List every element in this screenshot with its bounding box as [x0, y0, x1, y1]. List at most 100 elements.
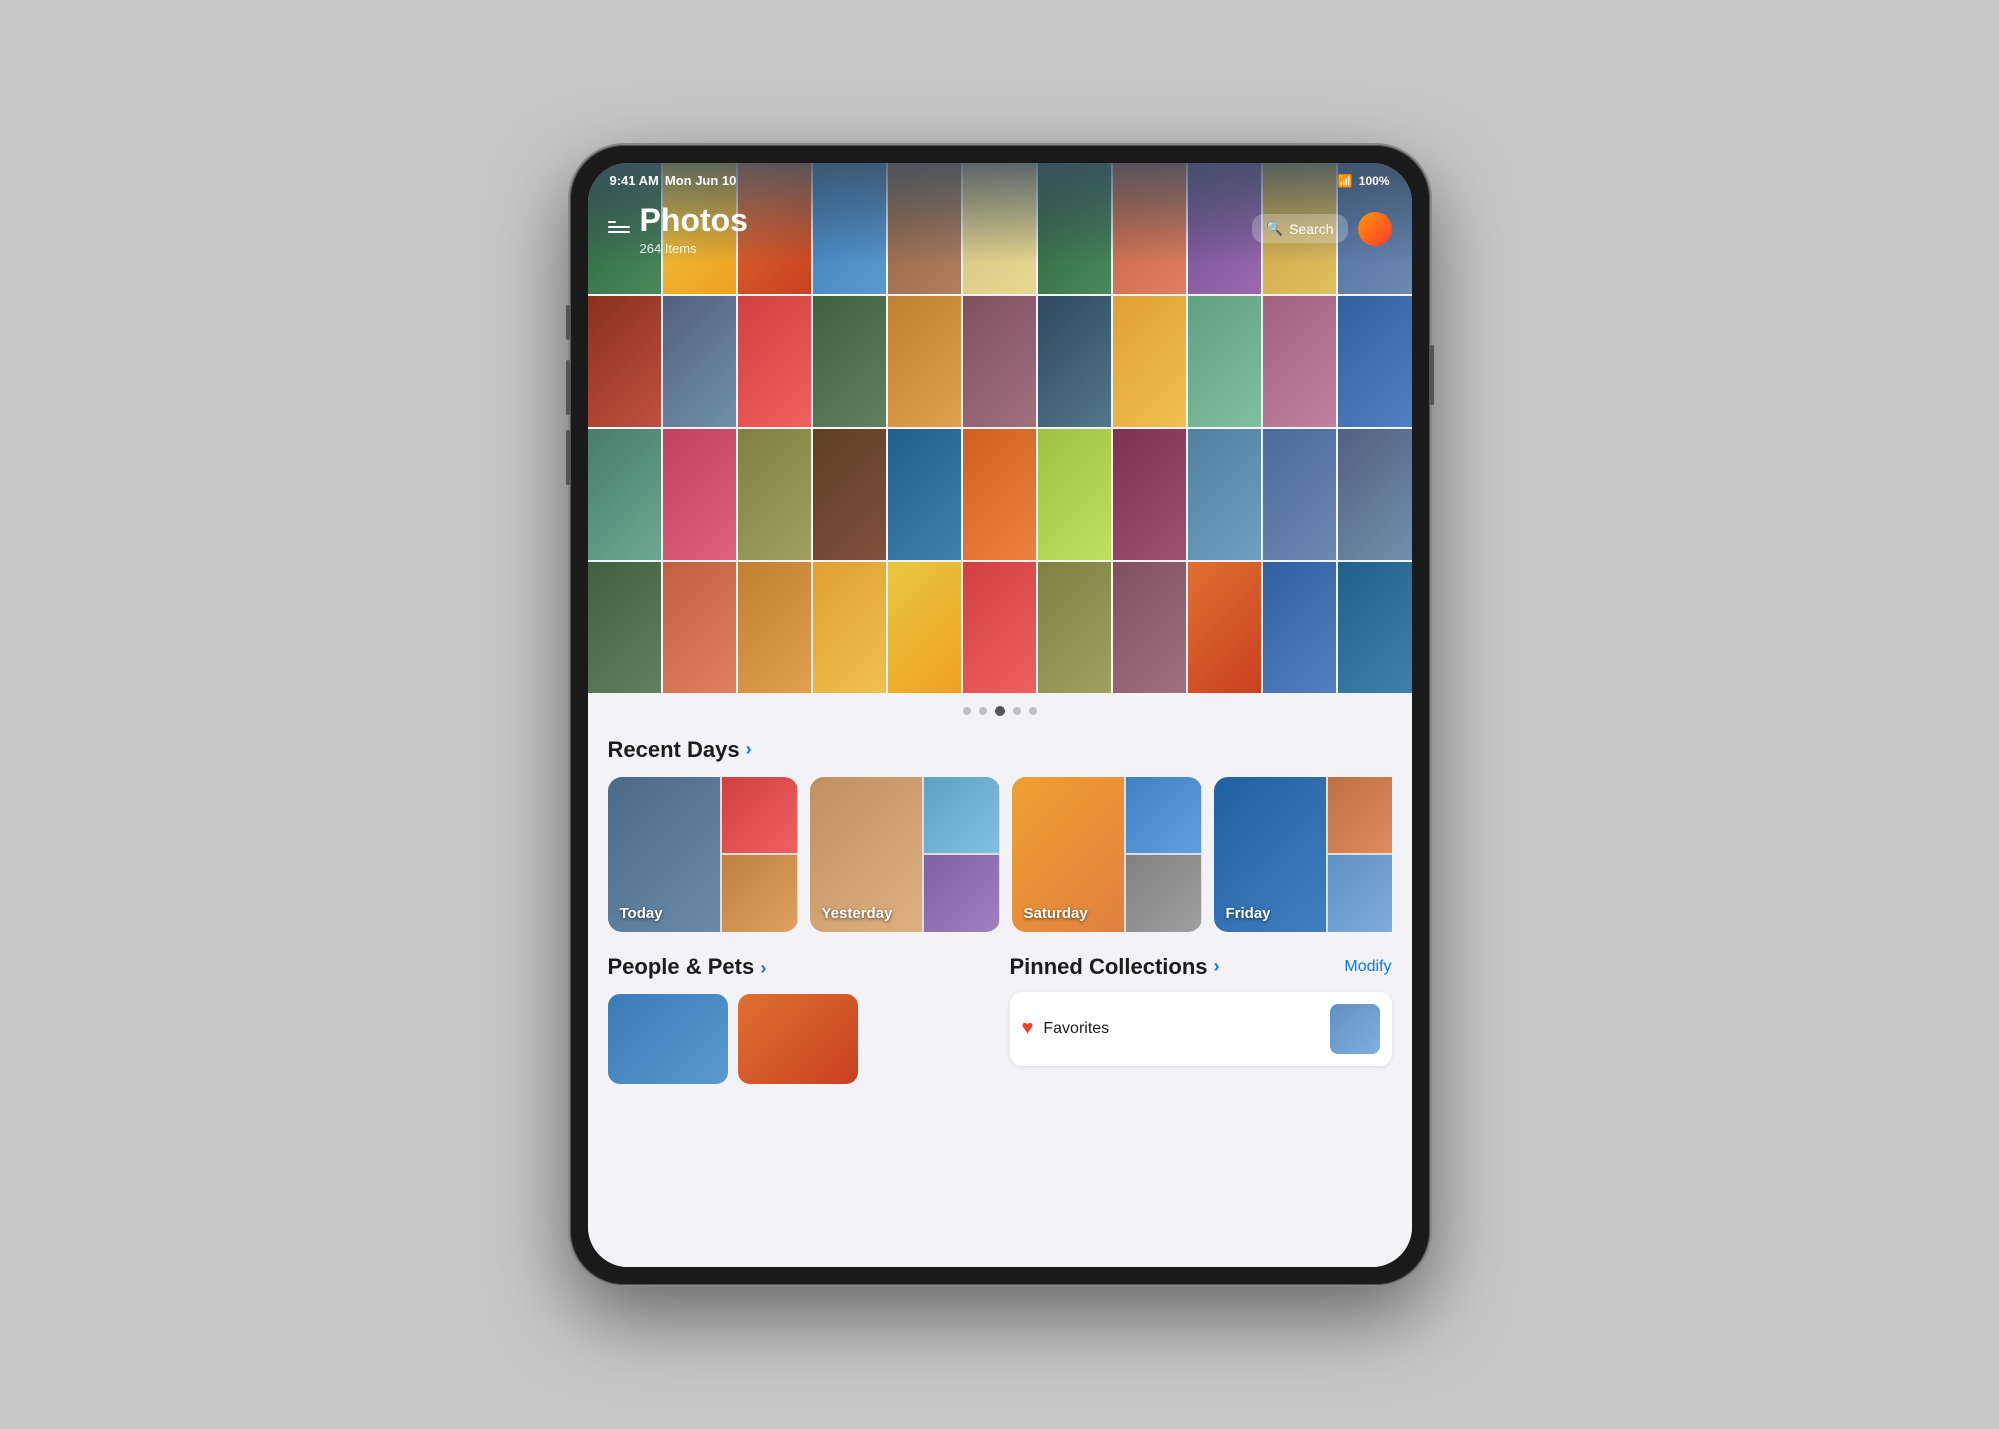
day-label-yesterday: Yesterday [822, 905, 893, 922]
app-header: Photos 264 Items 🔍 Search [588, 199, 1412, 259]
grid-photo[interactable] [1263, 296, 1336, 427]
grid-photo[interactable] [588, 296, 661, 427]
people-pets-section: People & Pets › [608, 954, 990, 1084]
items-count: 264 Items [640, 241, 748, 256]
silent-switch [566, 430, 570, 485]
grid-photo[interactable] [1338, 296, 1411, 427]
header-left: Photos 264 Items [608, 202, 748, 256]
people-pets-title: People & Pets › [608, 954, 767, 980]
pinned-collections-chevron[interactable]: › [1214, 956, 1220, 977]
status-bar: 9:41 AM Mon Jun 10 📶 100% [588, 163, 1412, 199]
grid-photo[interactable] [1188, 562, 1261, 693]
search-bar[interactable]: 🔍 Search [1252, 214, 1348, 243]
dot-4[interactable] [1013, 707, 1021, 715]
favorites-thumbnail [1330, 1004, 1380, 1054]
people-pets-header: People & Pets › [608, 954, 990, 980]
day-label-today: Today [620, 905, 663, 922]
grid-photo[interactable] [1338, 562, 1411, 693]
grid-photo[interactable] [588, 562, 661, 693]
screen: 9:41 AM Mon Jun 10 📶 100% Photos 264 Ite… [588, 163, 1412, 1267]
wifi-icon: 📶 [1338, 174, 1353, 188]
day-small-photo [722, 777, 797, 854]
app-title: Photos [640, 202, 748, 239]
power-button [1430, 345, 1434, 405]
day-card-friday[interactable]: Friday [1214, 777, 1392, 932]
bottom-row: People & Pets › [608, 954, 1392, 1084]
grid-photo[interactable] [1188, 429, 1261, 560]
grid-photo[interactable] [963, 429, 1036, 560]
recent-days-title: Recent Days [608, 737, 740, 763]
day-small-photo [924, 855, 999, 932]
day-small-photo [722, 855, 797, 932]
grid-photo[interactable] [663, 296, 736, 427]
grid-photo[interactable] [888, 296, 961, 427]
day-small-photo [1126, 855, 1201, 932]
dot-5[interactable] [1029, 707, 1037, 715]
volume-up-button [566, 305, 570, 340]
grid-photo[interactable] [963, 562, 1036, 693]
day-small-photo [1328, 777, 1391, 854]
grid-photo[interactable] [588, 429, 661, 560]
recent-days-header: Recent Days › [608, 737, 1392, 763]
day-small-photo [1126, 777, 1201, 854]
content-section: Recent Days › Today [588, 721, 1412, 1267]
day-small-photo [924, 777, 999, 854]
grid-photo[interactable] [1338, 429, 1411, 560]
person-card[interactable] [608, 994, 728, 1084]
grid-photo[interactable] [813, 296, 886, 427]
day-card-saturday[interactable]: Saturday [1012, 777, 1202, 932]
user-avatar[interactable] [1358, 212, 1392, 246]
grid-photo[interactable] [738, 562, 811, 693]
day-card-today[interactable]: Today [608, 777, 798, 932]
grid-photo[interactable] [663, 429, 736, 560]
sidebar-toggle-icon[interactable] [608, 221, 630, 237]
grid-photo[interactable] [888, 429, 961, 560]
grid-photo[interactable] [1038, 562, 1111, 693]
favorites-heart-icon: ♥ [1022, 1017, 1034, 1040]
search-label: Search [1289, 221, 1333, 237]
grid-photo[interactable] [1113, 296, 1186, 427]
grid-photo[interactable] [1188, 296, 1261, 427]
time-display: 9:41 AM [610, 173, 659, 188]
pinned-collections-section: Pinned Collections › Modify ♥ Favorites [1010, 954, 1392, 1084]
grid-photo[interactable] [738, 429, 811, 560]
modify-link[interactable]: Modify [1344, 958, 1391, 976]
battery-display: 100% [1359, 174, 1390, 188]
recent-days-chevron[interactable]: › [746, 739, 752, 760]
grid-photo[interactable] [888, 562, 961, 693]
dot-2[interactable] [979, 707, 987, 715]
people-pets-chevron[interactable]: › [760, 958, 766, 978]
status-left: 9:41 AM Mon Jun 10 [610, 173, 737, 188]
grid-photo[interactable] [1038, 296, 1111, 427]
grid-photo[interactable] [738, 296, 811, 427]
person-photo [608, 994, 728, 1084]
grid-photo[interactable] [1113, 562, 1186, 693]
grid-photo[interactable] [813, 429, 886, 560]
day-small-photo [1328, 855, 1391, 932]
grid-photo[interactable] [963, 296, 1036, 427]
pinned-collections-title: Pinned Collections › [1010, 954, 1220, 980]
grid-photo[interactable] [1263, 562, 1336, 693]
grid-photo[interactable] [1038, 429, 1111, 560]
grid-photo[interactable] [1263, 429, 1336, 560]
volume-down-button [566, 360, 570, 415]
day-label-friday: Friday [1226, 905, 1271, 922]
day-label-saturday: Saturday [1024, 905, 1088, 922]
title-group: Photos 264 Items [640, 202, 748, 256]
people-row [608, 994, 990, 1084]
date-display: Mon Jun 10 [665, 173, 737, 188]
days-row: Today Yesterday [608, 777, 1392, 936]
search-icon: 🔍 [1266, 220, 1283, 237]
dot-1[interactable] [963, 707, 971, 715]
grid-photo[interactable] [663, 562, 736, 693]
grid-photo[interactable] [1113, 429, 1186, 560]
favorites-card[interactable]: ♥ Favorites [1010, 992, 1392, 1066]
pinned-collections-header: Pinned Collections › Modify [1010, 954, 1392, 980]
dot-3-active[interactable] [995, 706, 1005, 716]
header-right: 🔍 Search [1252, 212, 1392, 246]
person-card[interactable] [738, 994, 858, 1084]
person-photo [738, 994, 858, 1084]
favorites-label: Favorites [1043, 1020, 1109, 1038]
day-card-yesterday[interactable]: Yesterday [810, 777, 1000, 932]
grid-photo[interactable] [813, 562, 886, 693]
